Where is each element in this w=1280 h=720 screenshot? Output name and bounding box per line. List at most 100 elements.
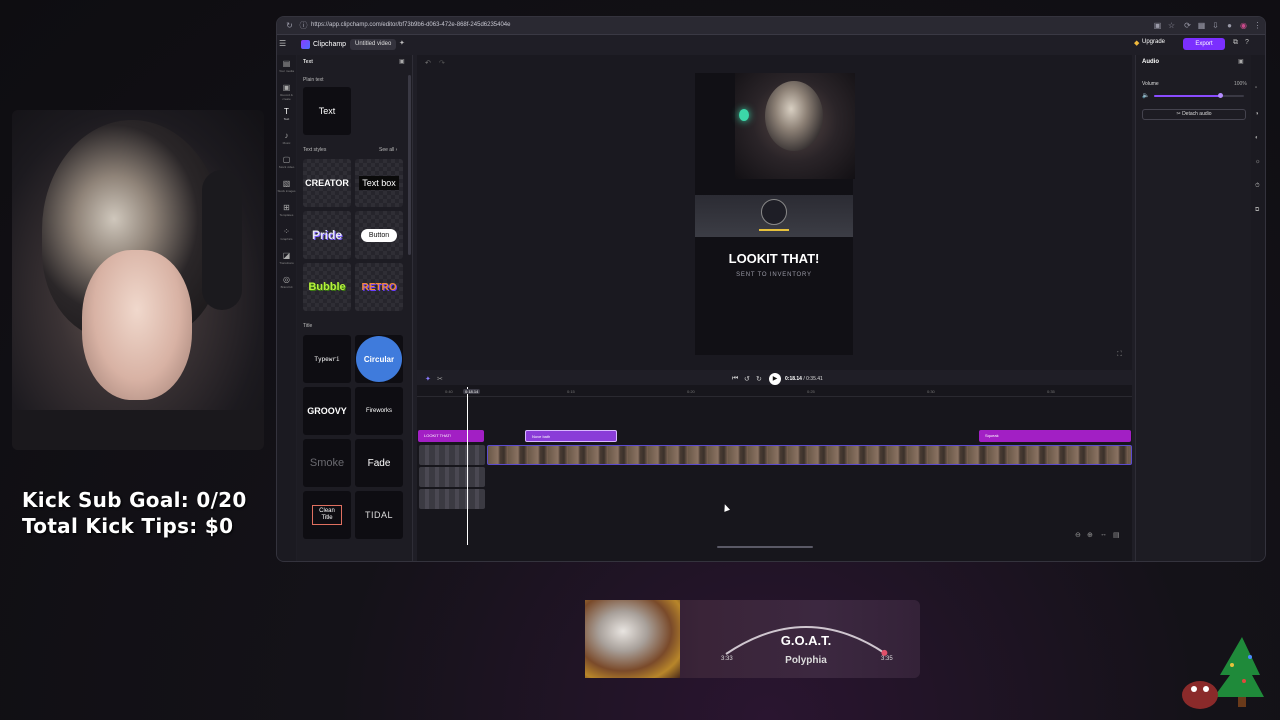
url-text[interactable]: https://app.clipchamp.com/editor/bf73b9b… xyxy=(311,22,510,28)
zoom-in-icon[interactable]: ⊕ xyxy=(1087,531,1093,539)
account-avatar-icon[interactable]: ◉ xyxy=(1239,21,1248,30)
style-button[interactable]: Button xyxy=(355,211,403,259)
sidebar-icon[interactable]: ▦ xyxy=(1197,21,1206,30)
export-button[interactable]: Export xyxy=(1183,38,1225,50)
panel-title: Text xyxy=(303,59,313,65)
rail-stock-images[interactable]: ▧ Stock images xyxy=(277,179,296,203)
forward-icon[interactable]: ↻ xyxy=(756,375,762,383)
rail-your-media[interactable]: ▤ Your media xyxy=(277,59,296,83)
rewind-icon[interactable]: ↺ xyxy=(744,375,750,383)
preview-subline: SENT TO INVENTORY xyxy=(736,272,812,278)
preview-headline: LOOKIT THAT! xyxy=(728,251,820,266)
plain-text-tile[interactable]: Text xyxy=(303,87,351,135)
ruler-tick: 0:35 xyxy=(1047,389,1055,394)
webcam-feed xyxy=(12,110,264,450)
rail-music[interactable]: ♪ Music xyxy=(277,131,296,155)
properties-panel: Audio ▣ Volume 100% 🔈 ✂ Detach audio xyxy=(1135,55,1251,561)
style-retro[interactable]: RETRO xyxy=(355,263,403,311)
split-icon[interactable]: ✂ xyxy=(437,375,443,383)
rail-stock-video[interactable]: ▢ Stock video xyxy=(277,155,296,179)
address-bar[interactable]: ↻ ⓘ https://app.clipchamp.com/editor/bf7… xyxy=(277,17,1265,35)
playhead[interactable] xyxy=(467,387,468,545)
playhead-time: 0:18.14 xyxy=(463,389,481,394)
ruler-tick: 0:20 xyxy=(687,389,695,394)
transform-icon[interactable]: ⧉ xyxy=(1255,207,1259,214)
help-icon[interactable]: ? xyxy=(1245,39,1249,46)
speed-icon[interactable]: ⏱ xyxy=(1255,183,1260,190)
title-clean[interactable]: Clean Title xyxy=(303,491,351,539)
reload-icon[interactable]: ↻ xyxy=(285,21,294,30)
refresh-icon[interactable]: ⟳ xyxy=(1183,21,1192,30)
plain-text-heading: Plain text xyxy=(303,77,324,83)
bookmark-star-icon[interactable]: ☆ xyxy=(1167,21,1176,30)
rail-templates[interactable]: ⊞ Templates xyxy=(277,203,296,227)
speaker-icon[interactable]: 🔈 xyxy=(1142,92,1149,99)
magnet-icon[interactable]: ✦ xyxy=(425,375,431,383)
text-clip[interactable]: Squeak xyxy=(979,430,1131,442)
title-fireworks[interactable]: Fireworks xyxy=(355,387,403,435)
timecode: 0:18.14 / 0:35.41 xyxy=(785,376,823,382)
menu-icon[interactable]: ⋮ xyxy=(1253,21,1262,30)
title-fade[interactable]: Fade xyxy=(355,439,403,487)
rail-graphics[interactable]: ⁘ Graphics xyxy=(277,227,296,251)
ruler-tick: 0:25 xyxy=(807,389,815,394)
undo-icon[interactable]: ↶ xyxy=(425,59,431,67)
share-icon[interactable]: ⧉ xyxy=(1233,39,1238,47)
style-bubble[interactable]: Bubble xyxy=(303,263,351,311)
captions-icon[interactable]: ▫ xyxy=(1255,85,1257,91)
rail-brand-kit[interactable]: ◎ Brand kit xyxy=(277,275,296,299)
extensions-icon[interactable]: ▣ xyxy=(1153,21,1162,30)
timeline-ruler[interactable] xyxy=(417,387,1132,397)
style-creator[interactable]: CREATOR xyxy=(303,159,351,207)
title-smoke[interactable]: Smoke xyxy=(303,439,351,487)
fade-icon[interactable]: ◑ xyxy=(1255,111,1259,117)
adjust-colors-icon[interactable]: ☼ xyxy=(1255,159,1261,165)
title-typewriter[interactable]: Typewri xyxy=(303,335,351,383)
volume-slider[interactable] xyxy=(1154,93,1244,98)
app-header xyxy=(277,35,1265,55)
panel-toggle-icon[interactable]: ▣ xyxy=(1238,58,1244,65)
track-thumbnails xyxy=(419,445,485,513)
rail-transitions[interactable]: ◪ Transitions xyxy=(277,251,296,275)
text-styles-heading: Text styles xyxy=(303,147,327,153)
text-clip-selected[interactable]: Nove bath xyxy=(525,430,617,442)
profile-icon[interactable]: ● xyxy=(1225,21,1234,30)
redo-icon[interactable]: ↷ xyxy=(439,59,445,67)
track-duration: 3:35 xyxy=(881,656,893,662)
preview-webcam xyxy=(735,73,855,179)
magic-wand-icon[interactable]: ✦ xyxy=(399,39,405,47)
style-pride[interactable]: Pride xyxy=(303,211,351,259)
style-text-box[interactable]: Text box xyxy=(355,159,403,207)
track-elapsed: 3:33 xyxy=(721,656,733,662)
see-all-link[interactable]: See all › xyxy=(379,147,397,153)
skip-back-icon[interactable]: ⏮ xyxy=(732,375,738,383)
fullscreen-icon[interactable]: ⛶ xyxy=(1117,351,1122,359)
fit-timeline-icon[interactable]: ↔ xyxy=(1100,531,1107,538)
site-info-icon[interactable]: ⓘ xyxy=(299,21,308,30)
timeline-scrollbar[interactable] xyxy=(717,546,813,548)
panel-scrollbar[interactable] xyxy=(408,75,411,255)
zoom-out-icon[interactable]: ⊖ xyxy=(1075,531,1081,539)
rail-record-create[interactable]: ▣ Record & create xyxy=(277,83,296,107)
timeline[interactable] xyxy=(417,385,1132,561)
timeline-options-icon[interactable]: ▤ xyxy=(1113,531,1120,539)
filters-icon[interactable]: ◐ xyxy=(1255,135,1259,141)
properties-rail: ▫ ◑ ◐ ☼ ⏱ ⧉ xyxy=(1251,55,1265,561)
upgrade-button[interactable]: Upgrade xyxy=(1142,39,1165,45)
downloads-icon[interactable]: ⇩ xyxy=(1211,21,1220,30)
hamburger-icon[interactable]: ☰ xyxy=(279,39,286,48)
project-name-field[interactable]: Untitled video xyxy=(350,39,397,50)
collapse-panel-icon[interactable]: ▣ xyxy=(399,58,405,65)
play-button[interactable]: ▶ xyxy=(769,373,781,385)
title-circular[interactable]: Circular xyxy=(355,335,403,383)
title-groovy[interactable]: GROOVY xyxy=(303,387,351,435)
rail-text[interactable]: T Text xyxy=(277,107,296,131)
app-brand: Clipchamp xyxy=(313,41,347,48)
text-clip[interactable]: LOOKIT THAT! xyxy=(418,430,484,442)
audio-tab[interactable]: Audio xyxy=(1142,59,1159,65)
ruler-tick: 0:30 xyxy=(927,389,935,394)
sub-goal-text: Kick Sub Goal: 0/20 xyxy=(22,488,247,512)
video-clip[interactable] xyxy=(487,445,1132,465)
detach-audio-button[interactable]: ✂ Detach audio xyxy=(1142,109,1246,120)
title-tidal[interactable]: TIDAL xyxy=(355,491,403,539)
